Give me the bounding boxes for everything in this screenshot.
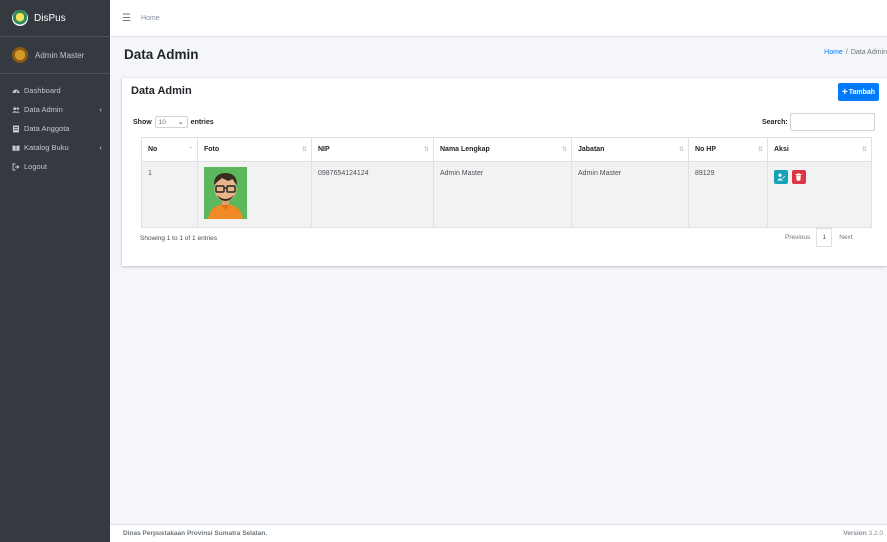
admin-table: No ⌃ Foto ⇅ NIP ⇅ Nama Lengkap ⇅ Jabatan ⇅ No… [141, 137, 872, 228]
show-label: Show [133, 118, 152, 126]
column-header-aksi[interactable]: Aksi ⇅ [767, 137, 872, 162]
main-sidebar: DisPus Admin Master Dashboard Data Admin… [0, 0, 110, 542]
brand-name: DisPus [34, 12, 66, 24]
cell-nama: Admin Master [433, 161, 572, 228]
column-header-jabatan[interactable]: Jabatan ⇅ [571, 137, 689, 162]
sidebar-item-katalog-buku[interactable]: Katalog Buku ‹ [0, 139, 110, 156]
entries-length-value: 10 [158, 118, 166, 126]
previous-page-button[interactable]: Previous [785, 234, 810, 241]
page-1-button[interactable]: 1 [816, 228, 833, 247]
main-footer: Dinas Perpustakaan Provinsi Sumatra Sela… [110, 524, 887, 542]
delete-user-button[interactable] [791, 170, 806, 184]
sidebar-item-data-admin[interactable]: Data Admin ‹ [0, 101, 110, 118]
column-header-nip[interactable]: NIP ⇅ [311, 137, 434, 162]
edit-user-button[interactable] [774, 170, 788, 184]
table-info: Showing 1 to 1 of 1 entries [140, 235, 217, 242]
search-input[interactable] [789, 113, 875, 131]
add-admin-button[interactable]: + Tambah [838, 83, 879, 101]
footer-text: Dinas Perpustakaan Provinsi Sumatra Sela… [123, 530, 268, 537]
data-admin-card: Data Admin + Tambah Show 10 ⌄ entries Sea… [122, 78, 887, 266]
cell-aksi [767, 161, 872, 228]
content-header: Data Admin Home / Data Admin [110, 37, 887, 71]
sort-icon: ⇅ [757, 147, 763, 153]
cell-foto [197, 161, 312, 228]
brand-link[interactable]: DisPus [0, 0, 110, 37]
cell-nip: 0987654124124 [311, 161, 434, 228]
chevron-left-icon: ‹ [99, 143, 102, 152]
chevron-down-icon: ⌄ [177, 119, 184, 126]
sidebar-item-logout[interactable]: Logout [0, 158, 110, 175]
sidebar-nav: Dashboard Data Admin ‹ Data Anggota Kata… [0, 74, 110, 175]
sign-out-icon [12, 163, 20, 171]
add-button-label: Tambah [848, 88, 876, 96]
sort-icon: ⇅ [423, 147, 429, 153]
version-label: Version [843, 530, 867, 537]
table-search: Search: [762, 113, 875, 131]
sidebar-item-label: Data Anggota [24, 124, 70, 133]
column-header-foto[interactable]: Foto ⇅ [197, 137, 312, 162]
entries-label: entries [190, 118, 214, 126]
search-label: Search: [762, 118, 788, 126]
brand-logo-icon [12, 10, 28, 26]
breadcrumb-home-link[interactable]: Home [824, 49, 843, 56]
user-edit-icon [777, 173, 785, 181]
users-icon [12, 106, 20, 114]
sort-icon: ⇅ [561, 147, 567, 153]
sidebar-item-label: Data Admin [24, 105, 63, 114]
menu-toggle-icon[interactable]: ☰ [122, 13, 131, 24]
trash-icon [795, 173, 802, 181]
breadcrumb-separator: / [845, 49, 848, 56]
tachometer-icon [12, 87, 20, 95]
id-card-icon [12, 125, 20, 133]
user-panel[interactable]: Admin Master [0, 37, 110, 74]
version-number: 3.2.0 [868, 530, 883, 537]
book-icon [12, 144, 20, 152]
entries-length-select[interactable]: 10 ⌄ [154, 116, 188, 128]
sort-asc-icon: ⌃ [187, 147, 193, 153]
user-name: Admin Master [35, 50, 85, 60]
sort-icon: ⇅ [678, 147, 684, 153]
sort-icon: ⇅ [861, 147, 867, 153]
admin-photo [204, 167, 247, 219]
sidebar-item-label: Katalog Buku [24, 143, 69, 152]
column-header-no[interactable]: No ⌃ [141, 137, 198, 162]
cell-jabatan: Admin Master [571, 161, 689, 228]
page-title: Data Admin [124, 46, 199, 62]
entries-length-control: Show 10 ⌄ entries [133, 116, 214, 128]
pagination: Previous 1 Next [785, 228, 853, 247]
breadcrumb: Home / Data Admin [824, 49, 887, 56]
sidebar-item-label: Logout [24, 162, 47, 171]
cell-nohp: 89129 [688, 161, 768, 228]
column-header-nama[interactable]: Nama Lengkap ⇅ [433, 137, 572, 162]
user-avatar-icon [12, 47, 28, 63]
plus-icon: + [841, 86, 848, 98]
sort-icon: ⇅ [301, 147, 307, 153]
footer-version: Version 3.2.0 [843, 530, 883, 537]
card-title: Data Admin [131, 85, 192, 97]
top-navbar: ☰ Home [110, 0, 887, 37]
sidebar-item-label: Dashboard [24, 86, 61, 95]
chevron-left-icon: ‹ [99, 105, 102, 114]
breadcrumb-current: Data Admin [850, 49, 887, 56]
table-row: 1 0987654124124 Admin Master Admin Maste… [141, 161, 872, 228]
table-header-row: No ⌃ Foto ⇅ NIP ⇅ Nama Lengkap ⇅ Jabatan ⇅ No… [141, 137, 872, 162]
top-home-link[interactable]: Home [141, 15, 160, 22]
cell-no: 1 [141, 161, 198, 228]
sidebar-item-dashboard[interactable]: Dashboard [0, 82, 110, 99]
next-page-button[interactable]: Next [839, 234, 852, 241]
column-header-nohp[interactable]: No HP ⇅ [688, 137, 768, 162]
sidebar-item-data-anggota[interactable]: Data Anggota [0, 120, 110, 137]
